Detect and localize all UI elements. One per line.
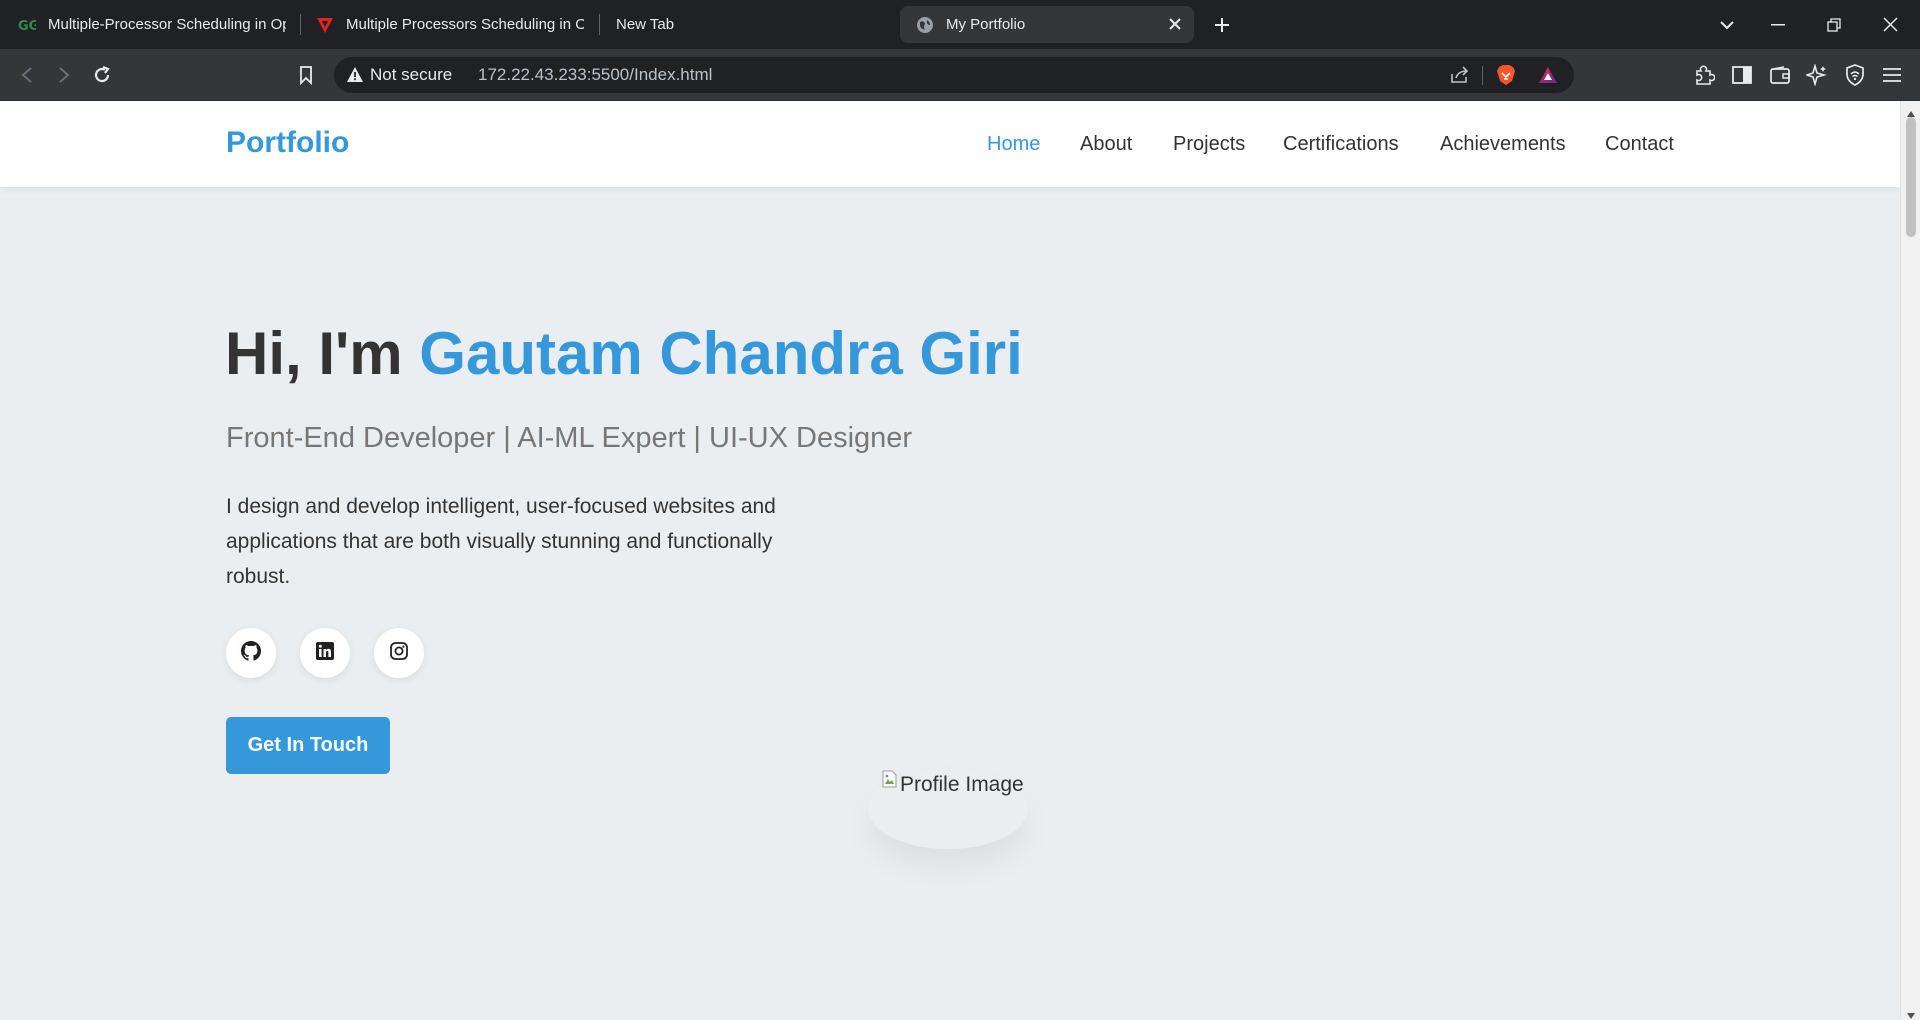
- geeksforgeeks-icon: GG: [18, 16, 36, 34]
- page-viewport: Portfolio Home About Projects Certificat…: [0, 101, 1900, 1020]
- instagram-icon: [390, 641, 408, 665]
- tab-title: Multiple Processors Scheduling in Operat…: [346, 16, 584, 33]
- site-logo[interactable]: Portfolio: [226, 126, 349, 160]
- tab-divider: [300, 14, 301, 35]
- forward-arrow-icon[interactable]: [50, 61, 78, 89]
- nav-certifications[interactable]: Certifications: [1283, 133, 1399, 156]
- new-tab-plus-icon[interactable]: [1208, 11, 1236, 39]
- globe-icon: [916, 16, 934, 34]
- wallet-icon[interactable]: [1766, 61, 1794, 89]
- close-window-icon[interactable]: [1862, 0, 1918, 49]
- back-arrow-icon[interactable]: [13, 61, 41, 89]
- tab-title: Multiple-Processor Scheduling in Operati…: [48, 16, 286, 33]
- page-scrollbar[interactable]: [1900, 101, 1920, 1020]
- vpn-shield-icon[interactable]: [1841, 61, 1869, 89]
- share-icon[interactable]: [1450, 66, 1470, 89]
- leo-ai-sparkle-icon[interactable]: [1803, 61, 1831, 89]
- tab-search-chevron-down-icon[interactable]: [1699, 0, 1755, 49]
- scroll-down-arrow-icon[interactable]: [1906, 1007, 1916, 1020]
- menu-hamburger-icon[interactable]: [1878, 61, 1906, 89]
- nav-home[interactable]: Home: [987, 133, 1040, 156]
- profile-image: Profile Image: [882, 770, 1024, 797]
- hero-subtitle: Front-End Developer | AI-ML Expert | UI-…: [226, 422, 913, 454]
- minimize-icon[interactable]: [1750, 0, 1806, 49]
- hero-heading: Hi, I'm Gautam Chandra Giri: [225, 319, 1023, 388]
- profile-image-alt-text: Profile Image: [900, 773, 1024, 796]
- reload-icon[interactable]: [88, 61, 116, 89]
- nav-projects[interactable]: Projects: [1173, 133, 1245, 156]
- warning-triangle-icon[interactable]: [346, 66, 364, 88]
- linkedin-link[interactable]: [300, 628, 350, 678]
- get-in-touch-button[interactable]: Get In Touch: [226, 717, 390, 774]
- extensions-puzzle-icon[interactable]: [1690, 61, 1718, 89]
- svg-text:GG: GG: [18, 19, 36, 31]
- tab-divider: [599, 14, 600, 35]
- github-link[interactable]: [226, 628, 276, 678]
- bookmark-icon[interactable]: [292, 61, 320, 89]
- omnibox-divider: [1482, 66, 1483, 85]
- close-tab-icon[interactable]: [1168, 17, 1182, 31]
- scrollbar-thumb[interactable]: [1906, 117, 1916, 237]
- instagram-link[interactable]: [374, 628, 424, 678]
- tab-title: New Tab: [616, 16, 675, 33]
- brave-shields-lion-icon[interactable]: [1496, 64, 1516, 91]
- tab-my-portfolio[interactable]: My Portfolio: [900, 6, 1194, 43]
- hero-greeting: Hi, I'm: [225, 320, 420, 387]
- hero-description: I design and develop intelligent, user-f…: [226, 495, 776, 588]
- address-bar[interactable]: Not secure 172.22.43.233:5500/Index.html: [334, 57, 1574, 93]
- vidyarthi-v-icon: [316, 16, 334, 34]
- hero-name: Gautam Chandra Giri: [419, 320, 1023, 387]
- tab-geeksforgeeks[interactable]: GG Multiple-Processor Scheduling in Oper…: [18, 6, 286, 43]
- tab-new-tab[interactable]: New Tab: [616, 6, 876, 43]
- site-header: Portfolio Home About Projects Certificat…: [0, 101, 1900, 187]
- browser-toolbar: Not secure 172.22.43.233:5500/Index.html: [0, 49, 1920, 101]
- browser-tab-strip: GG Multiple-Processor Scheduling in Oper…: [0, 0, 1920, 49]
- brave-rewards-triangle-icon[interactable]: [1538, 66, 1558, 89]
- restore-window-icon[interactable]: [1806, 0, 1862, 49]
- url-text[interactable]: 172.22.43.233:5500/Index.html: [478, 65, 712, 85]
- nav-about[interactable]: About: [1080, 133, 1132, 156]
- broken-image-icon: [882, 770, 898, 788]
- tab-vidyarthi[interactable]: Multiple Processors Scheduling in Operat…: [316, 6, 586, 43]
- github-icon: [241, 640, 261, 666]
- sidebar-toggle-icon[interactable]: [1728, 61, 1756, 89]
- tab-title: My Portfolio: [946, 16, 1026, 33]
- nav-achievements[interactable]: Achievements: [1440, 133, 1566, 156]
- security-status-label[interactable]: Not secure: [370, 65, 452, 85]
- nav-contact[interactable]: Contact: [1605, 133, 1674, 156]
- linkedin-icon: [316, 641, 334, 665]
